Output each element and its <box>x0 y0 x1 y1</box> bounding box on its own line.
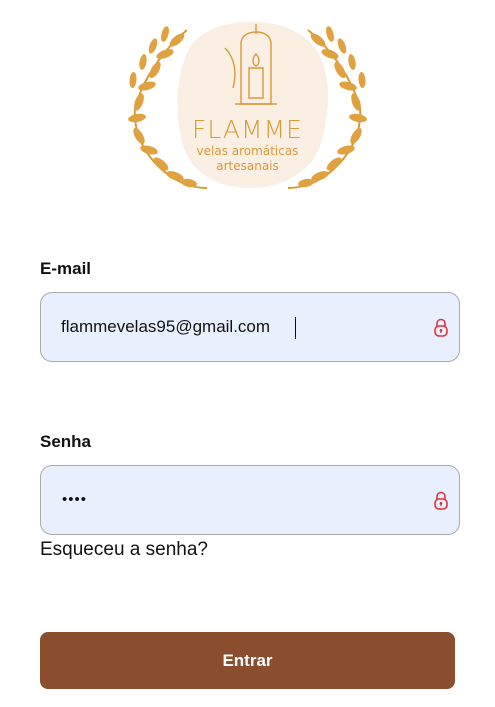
login-button[interactable]: Entrar <box>40 632 455 689</box>
email-field[interactable] <box>40 292 460 362</box>
lock-icon[interactable] <box>433 318 449 338</box>
brand-tagline-line1: velas aromáticas <box>196 144 299 158</box>
brand-tagline-line2: artesanais <box>216 159 279 173</box>
email-label: E-mail <box>40 259 92 278</box>
password-field[interactable]: •••• <box>40 465 460 535</box>
password-input[interactable]: •••• <box>62 466 87 534</box>
login-page: FLAMME velas aromáticas artesanais E-mai… <box>0 0 495 707</box>
email-input[interactable] <box>61 293 421 361</box>
forgot-password-link[interactable]: Esqueceu a senha? <box>40 539 208 561</box>
password-label: Senha <box>40 432 92 451</box>
lock-icon[interactable] <box>433 491 449 511</box>
brand-logo: FLAMME velas aromáticas artesanais <box>125 18 370 196</box>
text-caret <box>295 317 296 339</box>
brand-name: FLAMME <box>192 115 303 144</box>
